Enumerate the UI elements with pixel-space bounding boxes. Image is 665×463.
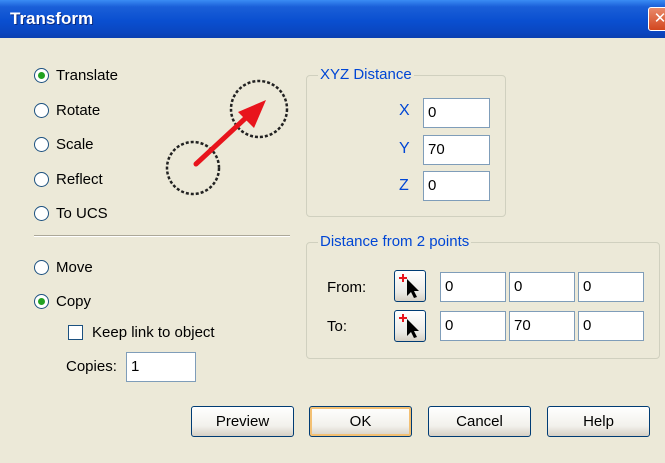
radio-move[interactable]: Move (34, 256, 93, 278)
radio-indicator[interactable] (34, 67, 49, 83)
x-distance-input[interactable]: 0 (423, 98, 490, 128)
help-button[interactable]: Help (547, 406, 650, 437)
radio-indicator[interactable] (34, 136, 49, 152)
radio-label: Move (56, 258, 93, 276)
transform-dialog: Transform ✕ Translate Rotate Scale Refle… (0, 0, 665, 463)
from-y-input[interactable]: 0 (509, 272, 575, 302)
from-x-input[interactable]: 0 (440, 272, 506, 302)
y-label: Y (399, 140, 410, 157)
z-distance-input[interactable]: 0 (423, 171, 490, 201)
keep-link-label: Keep link to object (92, 324, 215, 341)
ok-button[interactable]: OK (309, 406, 412, 437)
keep-link-checkbox[interactable] (68, 325, 83, 340)
radio-label: To UCS (56, 204, 108, 222)
to-z-input[interactable]: 0 (578, 311, 644, 341)
radio-to-ucs[interactable]: To UCS (34, 202, 108, 224)
xyz-distance-title: XYZ Distance (318, 66, 414, 83)
from-label: From: (327, 279, 367, 296)
radio-label: Rotate (56, 101, 101, 119)
radio-reflect[interactable]: Reflect (34, 168, 103, 190)
title-bar: Transform ✕ (0, 0, 665, 38)
radio-indicator[interactable] (34, 259, 49, 275)
translate-arrow-icon (165, 79, 289, 196)
radio-translate[interactable]: Translate (34, 64, 118, 86)
pick-from-point-button[interactable] (394, 270, 426, 302)
x-label: X (399, 102, 410, 119)
from-z-input[interactable]: 0 (578, 272, 644, 302)
radio-label: Copy (56, 292, 92, 310)
z-label: Z (399, 177, 409, 194)
close-button[interactable]: ✕ (648, 7, 665, 31)
window-title: Transform (10, 9, 94, 28)
radio-rotate[interactable]: Rotate (34, 99, 100, 121)
radio-copy[interactable]: Copy (34, 290, 91, 312)
radio-indicator[interactable] (34, 171, 49, 187)
to-y-input[interactable]: 70 (509, 311, 575, 341)
to-x-input[interactable]: 0 (440, 311, 506, 341)
preview-button[interactable]: Preview (191, 406, 294, 437)
y-distance-input[interactable]: 70 (423, 135, 490, 165)
radio-indicator[interactable] (34, 205, 49, 221)
radio-label: Translate (56, 66, 118, 84)
pick-point-icon (399, 274, 419, 298)
radio-scale[interactable]: Scale (34, 133, 94, 155)
separator (34, 235, 290, 237)
pick-to-point-button[interactable] (394, 310, 426, 342)
radio-label: Scale (56, 135, 94, 153)
cancel-button[interactable]: Cancel (428, 406, 531, 437)
pick-point-icon (399, 314, 419, 338)
radio-indicator[interactable] (34, 102, 49, 118)
copies-input[interactable]: 1 (126, 352, 196, 382)
radio-label: Reflect (56, 170, 103, 188)
close-icon: ✕ (653, 10, 665, 27)
two-points-title: Distance from 2 points (318, 233, 472, 250)
to-label: To: (327, 318, 348, 335)
radio-indicator[interactable] (34, 293, 49, 309)
copies-label: Copies: (66, 358, 117, 375)
